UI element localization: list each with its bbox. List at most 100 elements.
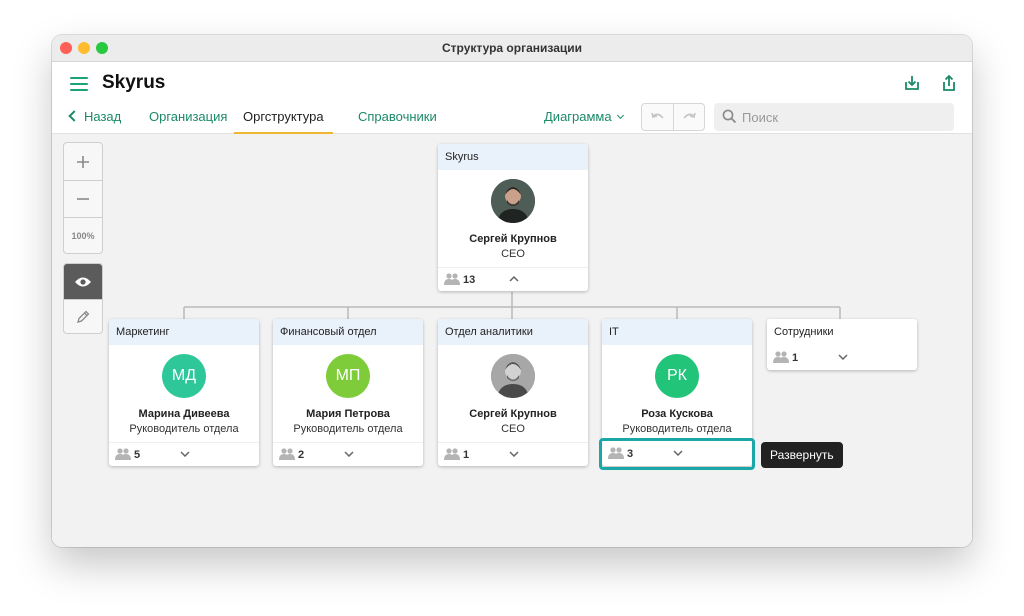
title-bar: Структура организации (52, 35, 972, 62)
employee-role: Руководитель отдела (129, 423, 239, 435)
org-card-analytics[interactable]: Отдел аналитики Сергей Крупнов CEO 1 (438, 319, 588, 466)
redo-button[interactable] (673, 104, 704, 130)
department-name: Маркетинг (109, 319, 259, 345)
card-footer: 5 (109, 442, 259, 466)
pencil-icon (77, 310, 90, 323)
zoom-level-label: 100% (71, 231, 95, 241)
expand-button[interactable] (672, 446, 684, 460)
expand-button[interactable] (343, 447, 355, 461)
app-header: Skyrus Назад Организация Оргструктура Сп… (52, 62, 972, 134)
org-card-root[interactable]: Skyrus Сергей Крупнов CEO 13 (438, 144, 588, 291)
window-title: Структура организации (442, 41, 582, 55)
avatar (491, 354, 535, 398)
minus-icon (77, 198, 89, 200)
chevron-up-icon (509, 276, 519, 282)
card-footer: 1 (767, 346, 917, 370)
undo-redo-group (641, 103, 705, 131)
redo-icon (683, 112, 696, 119)
back-label: Назад (84, 109, 122, 124)
card-footer: 3 (602, 442, 752, 466)
person-photo-icon (491, 354, 535, 398)
people-icon (279, 448, 295, 460)
employee-role: CEO (501, 248, 525, 260)
employee-name: Роза Кускова (641, 408, 713, 420)
employee-role: CEO (501, 423, 525, 435)
avatar: РК (655, 354, 699, 398)
employee-count: 1 (792, 352, 799, 364)
app-window: Структура организации Skyrus Назад Орган… (52, 35, 972, 547)
back-button[interactable]: Назад (68, 109, 122, 124)
employee-role: Руководитель отдела (622, 423, 732, 435)
employee-role: Руководитель отдела (293, 423, 403, 435)
org-card-it[interactable]: IT РК Роза Кускова Руководитель отдела 3 (602, 319, 752, 466)
chevron-down-icon (180, 451, 190, 457)
avatar: МД (162, 354, 206, 398)
collapse-button[interactable] (508, 272, 520, 286)
mode-controls (63, 263, 103, 334)
chevron-down-icon (673, 450, 683, 456)
org-card-marketing[interactable]: Маркетинг МД Марина Дивеева Руководитель… (109, 319, 259, 466)
org-card-finance[interactable]: Финансовый отдел МП Мария Петрова Руково… (273, 319, 423, 466)
hamburger-menu-icon[interactable] (70, 77, 88, 91)
department-name: Отдел аналитики (438, 319, 588, 345)
org-card-employees[interactable]: Сотрудники 1 (767, 319, 917, 370)
people-icon (444, 273, 460, 285)
avatar: МП (326, 354, 370, 398)
employee-count: 1 (463, 449, 470, 461)
employee-name: Мария Петрова (306, 408, 390, 420)
undo-button[interactable] (642, 104, 673, 130)
search-icon (722, 109, 737, 124)
view-mode-label: Диаграмма (544, 109, 612, 124)
tab-directories[interactable]: Справочники (358, 109, 437, 134)
share-icon[interactable] (940, 74, 958, 92)
edit-mode-button[interactable] (64, 299, 102, 333)
tab-org-structure[interactable]: Оргструктура (234, 109, 333, 134)
close-window-button[interactable] (60, 42, 72, 54)
zoom-in-button[interactable] (64, 143, 102, 180)
person-photo-icon (491, 179, 535, 223)
eye-icon (75, 277, 91, 286)
zoom-reset-button[interactable]: 100% (64, 217, 102, 254)
card-footer: 1 (438, 442, 588, 466)
app-title: Skyrus (102, 72, 166, 93)
chevron-down-icon (509, 451, 519, 457)
maximize-window-button[interactable] (96, 42, 108, 54)
plus-icon (77, 155, 89, 168)
chevron-left-icon (68, 110, 80, 122)
org-chart-canvas[interactable]: 100% Skyrus Сергей Крупнов CEO 13 Маркет… (52, 134, 972, 547)
employee-name: Сергей Крупнов (469, 408, 557, 420)
department-name: Skyrus (438, 144, 588, 170)
department-name: IT (602, 319, 752, 345)
chevron-down-icon (344, 451, 354, 457)
zoom-controls: 100% (63, 142, 103, 254)
employee-count: 3 (627, 448, 634, 460)
employee-name: Сергей Крупнов (469, 233, 557, 245)
chevron-down-icon (838, 354, 848, 360)
minimize-window-button[interactable] (78, 42, 90, 54)
expand-button[interactable] (179, 447, 191, 461)
tab-organization[interactable]: Организация (149, 109, 227, 134)
download-icon[interactable] (903, 74, 921, 92)
expand-button[interactable] (837, 350, 849, 364)
card-footer: 2 (273, 442, 423, 466)
search-box (714, 103, 954, 131)
view-mode-dropdown[interactable]: Диаграмма (544, 109, 624, 124)
department-name: Финансовый отдел (273, 319, 423, 345)
department-name: Сотрудники (767, 319, 917, 345)
search-input[interactable] (742, 107, 942, 127)
avatar (491, 179, 535, 223)
people-icon (444, 448, 460, 460)
expand-tooltip: Развернуть (761, 442, 843, 468)
zoom-out-button[interactable] (64, 180, 102, 217)
nav-row: Назад Организация Оргструктура Справочни… (52, 103, 972, 134)
employee-count: 2 (298, 449, 305, 461)
employee-count: 13 (463, 274, 476, 286)
view-mode-button[interactable] (64, 264, 102, 299)
people-icon (608, 447, 624, 459)
people-icon (773, 351, 789, 363)
employee-name: Марина Дивеева (138, 408, 230, 420)
chevron-down-icon (616, 111, 624, 120)
employee-count: 5 (134, 449, 141, 461)
undo-icon (650, 112, 664, 119)
expand-button[interactable] (508, 447, 520, 461)
